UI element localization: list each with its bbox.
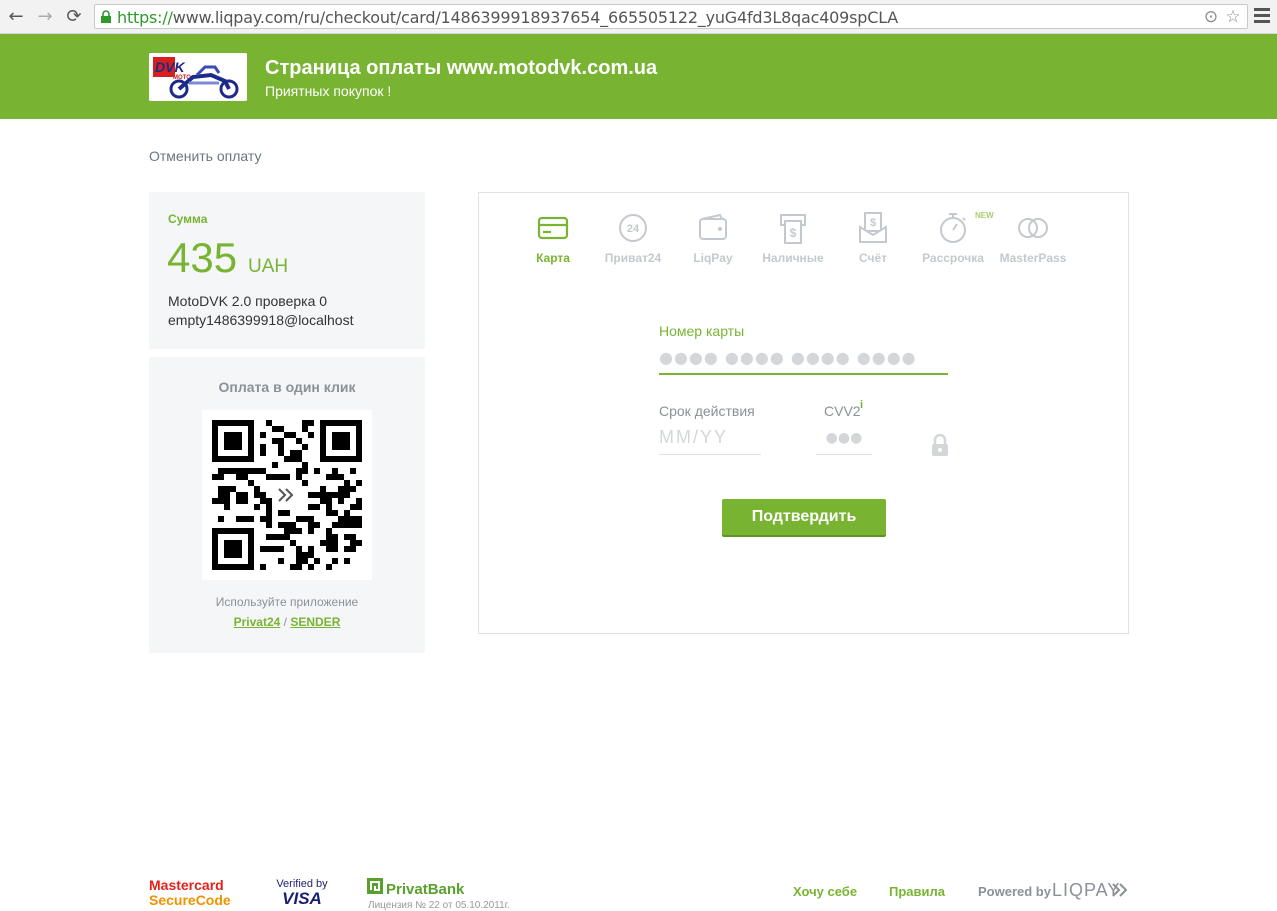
qr-code xyxy=(202,410,372,580)
url-text: https://www.liqpay.com/ru/checkout/card/… xyxy=(117,8,899,27)
tab-liqpay-label: LiqPay xyxy=(693,251,733,265)
order-summary: Сумма 435 UAH MotoDVK 2.0 проверка 0 emp… xyxy=(149,192,425,349)
currency-label: UAH xyxy=(248,256,289,277)
svg-text:$: $ xyxy=(790,226,797,240)
browser-toolbar: ← → ⟳ https://www.liqpay.com/ru/checkout… xyxy=(0,0,1277,34)
cvv-input[interactable] xyxy=(816,421,872,455)
sum-label: Сумма xyxy=(168,212,208,226)
tab-cash[interactable]: $ Наличные xyxy=(753,211,833,265)
qr-hint: Используйте приложение xyxy=(215,595,359,609)
location-icon[interactable]: ⊙ xyxy=(1201,7,1221,27)
masterpass-icon xyxy=(1018,218,1048,238)
cvv-info-icon[interactable]: i xyxy=(860,399,863,411)
one-click-title: Оплата в один клик xyxy=(218,379,356,395)
page-title: Страница оплаты www.motodvk.com.ua xyxy=(265,57,658,79)
rules-link[interactable]: Правила xyxy=(889,884,945,899)
sender-app-link[interactable]: SENDER xyxy=(290,615,340,629)
expiry-input[interactable] xyxy=(659,421,761,455)
expiry-label: Срок действия xyxy=(659,403,755,419)
privatbank-name: PrivatBank xyxy=(386,881,465,898)
order-email: empty1486399918@localhost xyxy=(168,312,354,328)
padlock-icon xyxy=(932,433,948,456)
tab-card-label: Карта xyxy=(536,251,570,265)
svg-text:DVK: DVK xyxy=(155,59,185,75)
tab-liqpay[interactable]: LiqPay xyxy=(673,211,753,265)
card-number-label: Номер карты xyxy=(659,323,745,339)
license-text: Лицензия № 22 от 05.10.2011г. xyxy=(368,900,510,911)
secure-lock-icon xyxy=(101,10,111,23)
cancel-payment-link[interactable]: Отменить оплату xyxy=(149,148,261,164)
amount-value: 435 xyxy=(167,234,238,281)
tab-masterpass-label: MasterPass xyxy=(999,251,1067,265)
tab-masterpass[interactable]: MasterPass xyxy=(993,211,1073,265)
stopwatch-icon xyxy=(940,213,966,243)
liqpay-chevrons-icon xyxy=(1112,883,1128,897)
footer: Mastercard SecureCode Verified by VISA P… xyxy=(0,870,1277,911)
tab-privat24-label: Приват24 xyxy=(604,251,662,265)
card-icon xyxy=(537,216,569,240)
want-it-link[interactable]: Хочу себе xyxy=(793,884,857,899)
merchant-header: DVK MOTO Страница оплаты www.motodvk.com… xyxy=(0,34,1277,119)
qr-apps: Privat24 / SENDER xyxy=(233,615,341,629)
tab-card[interactable]: Карта xyxy=(513,211,593,265)
address-bar[interactable]: https://www.liqpay.com/ru/checkout/card/… xyxy=(94,4,1248,29)
cvv-label: CVV2 xyxy=(824,403,861,419)
privat24-app-link[interactable]: Privat24 xyxy=(234,615,281,629)
mastercard-securecode-logo: Mastercard SecureCode xyxy=(149,877,231,908)
tab-invoice[interactable]: $ Счёт xyxy=(833,211,913,265)
motorcycle-logo-icon: DVK MOTO xyxy=(149,53,247,101)
wallet-icon xyxy=(699,213,727,240)
bookmark-star-icon[interactable]: ☆ xyxy=(1223,7,1243,27)
confirm-button[interactable]: Подтвердить xyxy=(722,499,886,535)
tab-privat24[interactable]: 24 Приват24 xyxy=(593,211,673,265)
one-click-panel: Оплата в один клик Используйте приложени… xyxy=(149,357,425,653)
invoice-icon: $ xyxy=(859,212,887,243)
payment-form: Карта 24 Приват24 LiqPay $ Наличные $ Сч… xyxy=(478,192,1129,634)
verified-by-visa-logo: Verified by VISA xyxy=(276,878,328,908)
tab-installments-label: Рассрочка xyxy=(922,251,984,265)
new-badge: NEW xyxy=(975,211,994,220)
privat24-icon: 24 xyxy=(619,214,647,242)
page-subtitle: Приятных покупок ! xyxy=(265,83,392,99)
powered-by-label: Powered by xyxy=(978,884,1051,899)
reload-button[interactable]: ⟳ xyxy=(63,6,85,28)
svg-text:$: $ xyxy=(870,217,876,229)
card-number-input[interactable] xyxy=(659,341,948,375)
browser-menu-icon[interactable] xyxy=(1254,8,1270,26)
order-description: MotoDVK 2.0 проверка 0 xyxy=(168,293,328,309)
privatbank-logo-icon xyxy=(367,878,383,894)
back-button[interactable]: ← xyxy=(5,6,27,28)
svg-text:24: 24 xyxy=(627,223,640,235)
tab-cash-label: Наличные xyxy=(762,251,824,265)
cash-terminal-icon: $ xyxy=(780,214,806,244)
tab-invoice-label: Счёт xyxy=(858,251,888,265)
merchant-logo: DVK MOTO xyxy=(149,53,247,101)
forward-button[interactable]: → xyxy=(34,6,56,28)
qr-code-icon xyxy=(212,420,362,570)
